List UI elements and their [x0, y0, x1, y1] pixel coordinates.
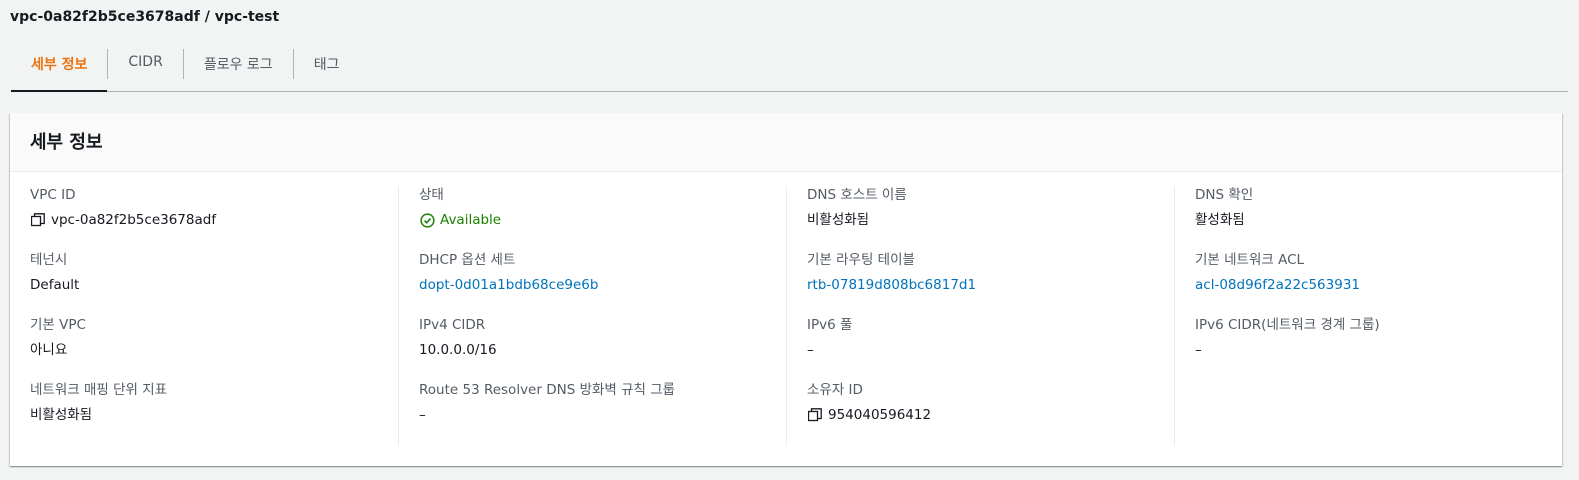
field-ipv6-cidr: IPv6 CIDR(네트워크 경계 그룹) –	[1195, 316, 1542, 381]
field-label: Route 53 Resolver DNS 방화벽 규칙 그룹	[419, 382, 676, 398]
field-value: 아니요	[30, 342, 68, 358]
field-dhcp: DHCP 옵션 세트 dopt-0d01a1bdb68ce9e6b	[419, 251, 766, 316]
details-columns: VPC ID vpc-0a82f2b5ce3678adf 테넌시 Default…	[10, 186, 1562, 446]
copy-icon[interactable]	[807, 407, 823, 423]
field-value: vpc-0a82f2b5ce3678adf	[30, 211, 378, 229]
route-table-link[interactable]: rtb-07819d808bc6817d1	[807, 276, 1154, 294]
details-column-1: VPC ID vpc-0a82f2b5ce3678adf 테넌시 Default…	[10, 186, 398, 446]
field-label: DHCP 옵션 세트	[419, 252, 516, 268]
field-label: VPC ID	[30, 187, 76, 203]
field-label: 소유자 ID	[807, 382, 863, 398]
field-state: 상태 Available	[419, 186, 766, 251]
panel-header: 세부 정보	[10, 113, 1562, 172]
details-column-4: DNS 확인 활성화됨 기본 네트워크 ACL acl-08d96f2a22c5…	[1174, 186, 1562, 446]
field-dns-hostnames: DNS 호스트 이름 비활성화됨	[807, 186, 1154, 251]
field-value: 10.0.0.0/16	[419, 342, 497, 358]
field-main-acl: 기본 네트워크 ACL acl-08d96f2a22c563931	[1195, 251, 1542, 316]
vpc-id-value: vpc-0a82f2b5ce3678adf	[51, 212, 217, 228]
field-label: 기본 네트워크 ACL	[1195, 252, 1305, 268]
field-value: Available	[419, 211, 766, 229]
field-value: –	[807, 342, 814, 358]
copy-icon[interactable]	[30, 212, 46, 228]
details-column-2: 상태 Available DHCP 옵션 세트 dopt-0d01a1bdb68…	[398, 186, 786, 446]
field-ipv6-pool: IPv6 풀 –	[807, 316, 1154, 381]
field-value: –	[419, 407, 426, 423]
field-vpc-id: VPC ID vpc-0a82f2b5ce3678adf	[30, 186, 378, 251]
field-default-vpc: 기본 VPC 아니요	[30, 316, 378, 381]
field-value: 954040596412	[807, 406, 1154, 424]
field-label: 상태	[419, 187, 444, 203]
tab-tags[interactable]: 태그	[294, 44, 360, 92]
tab-cidr[interactable]: CIDR	[108, 44, 182, 92]
field-value: 비활성화됨	[30, 407, 93, 423]
details-panel: 세부 정보 VPC ID vpc-0a82f2b5ce3678adf 테넌시 D…	[10, 113, 1562, 466]
tab-flow-logs[interactable]: 플로우 로그	[184, 44, 293, 92]
field-label: 네트워크 매핑 단위 지표	[30, 382, 168, 398]
tab-details[interactable]: 세부 정보	[11, 44, 108, 92]
field-label: IPv6 풀	[807, 317, 853, 333]
field-label: 테넌시	[30, 252, 68, 268]
field-label: 기본 VPC	[30, 317, 86, 333]
page-title: vpc-0a82f2b5ce3678adf / vpc-test	[10, 9, 280, 25]
owner-id-value: 954040596412	[828, 407, 932, 423]
field-value: Default	[30, 277, 80, 293]
field-value: –	[1195, 342, 1202, 358]
field-label: IPv6 CIDR(네트워크 경계 그룹)	[1195, 317, 1380, 333]
field-ipv4-cidr: IPv4 CIDR 10.0.0.0/16	[419, 316, 766, 381]
field-label: DNS 확인	[1195, 187, 1254, 203]
state-value: Available	[440, 212, 502, 228]
field-value: 비활성화됨	[807, 212, 870, 228]
details-column-3: DNS 호스트 이름 비활성화됨 기본 라우팅 테이블 rtb-07819d80…	[786, 186, 1174, 446]
dhcp-options-link[interactable]: dopt-0d01a1bdb68ce9e6b	[419, 276, 766, 294]
status-positive-icon	[419, 212, 435, 228]
field-network-mapping: 네트워크 매핑 단위 지표 비활성화됨	[30, 381, 378, 446]
field-label: 기본 라우팅 테이블	[807, 252, 915, 268]
field-owner-id: 소유자 ID 954040596412	[807, 381, 1154, 446]
field-value: 활성화됨	[1195, 212, 1245, 228]
field-main-route-table: 기본 라우팅 테이블 rtb-07819d808bc6817d1	[807, 251, 1154, 316]
network-acl-link[interactable]: acl-08d96f2a22c563931	[1195, 276, 1542, 294]
panel-title: 세부 정보	[30, 132, 103, 153]
field-dns-resolution: DNS 확인 활성화됨	[1195, 186, 1542, 251]
field-route53: Route 53 Resolver DNS 방화벽 규칙 그룹 –	[419, 381, 766, 446]
tab-bar: 세부 정보 CIDR 플로우 로그 태그	[11, 44, 1568, 92]
field-label: DNS 호스트 이름	[807, 187, 907, 203]
field-tenancy: 테넌시 Default	[30, 251, 378, 316]
field-label: IPv4 CIDR	[419, 317, 486, 333]
